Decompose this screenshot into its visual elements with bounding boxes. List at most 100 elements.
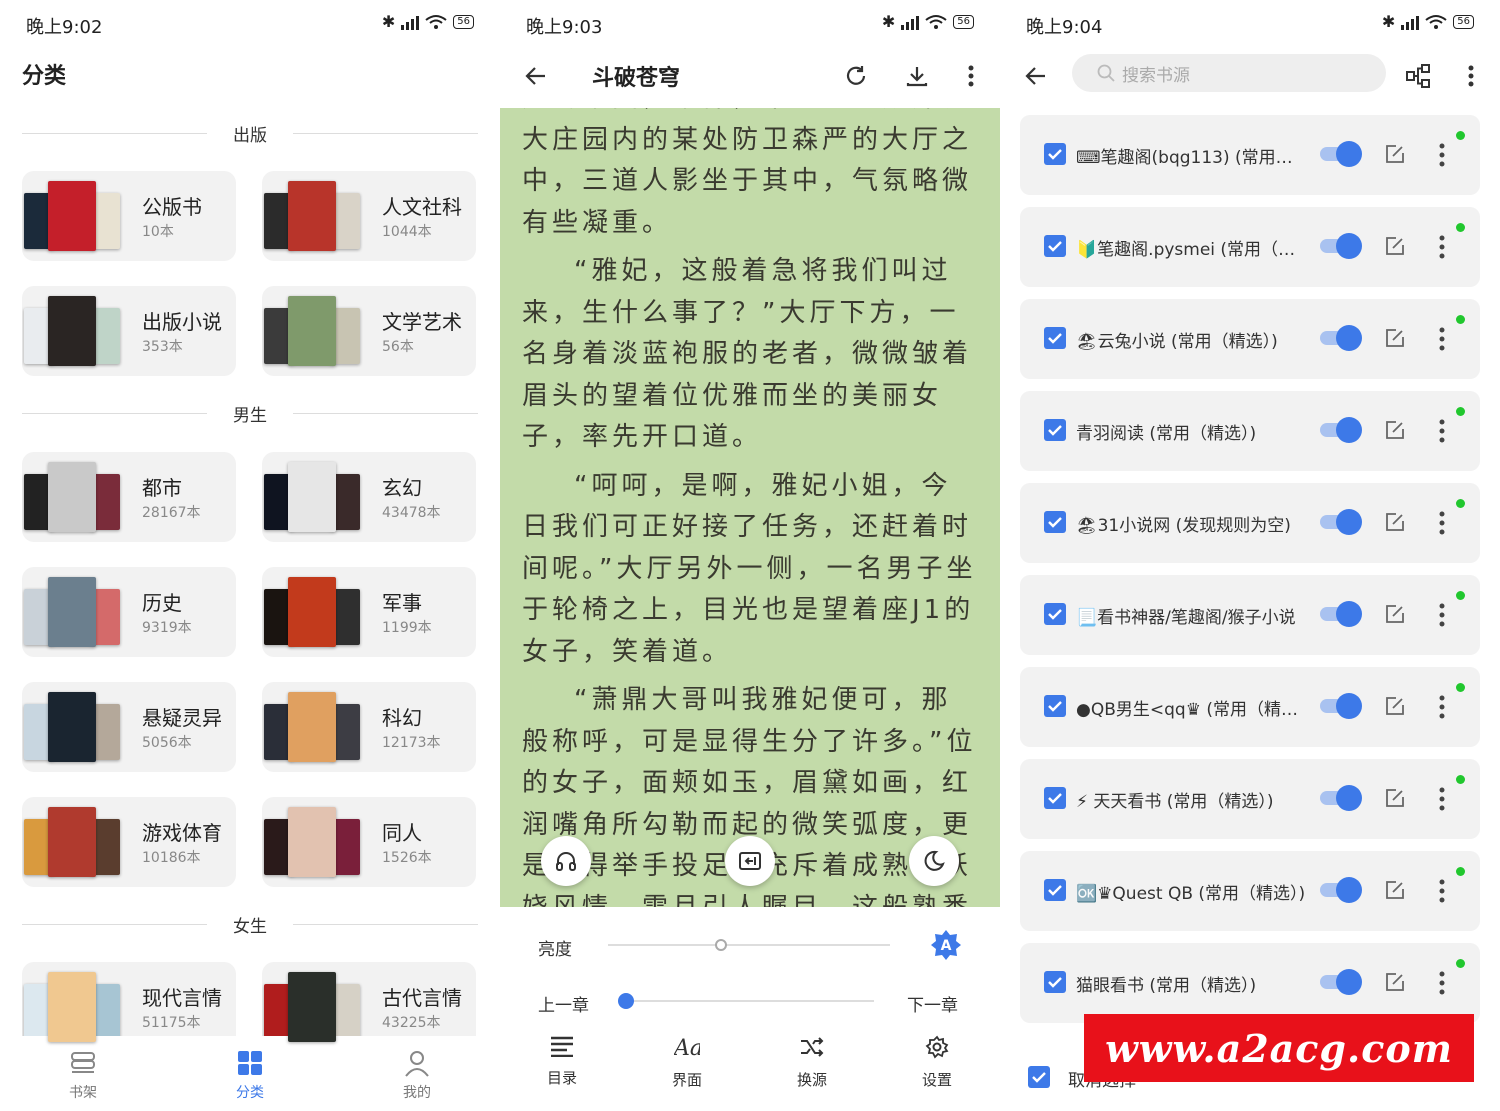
reader-header: 斗破苍穹: [500, 46, 1000, 108]
category-card[interactable]: 科幻 12173本: [262, 682, 476, 772]
source-checkbox[interactable]: [1044, 143, 1066, 165]
more-vertical-icon[interactable]: [1432, 601, 1452, 629]
source-item[interactable]: 🏖31小说网 (发现规则为空): [1020, 483, 1480, 563]
source-checkbox[interactable]: [1044, 603, 1066, 625]
source-name: 🔰笔趣阁.pysmei (常用（精选）): [1076, 240, 1308, 260]
source-checkbox[interactable]: [1044, 511, 1066, 533]
more-vertical-icon[interactable]: [1432, 785, 1452, 813]
brightness-slider[interactable]: [608, 944, 890, 946]
category-card[interactable]: 公版书 10本: [22, 171, 236, 261]
brightness-slider-knob[interactable]: [714, 939, 727, 951]
menu-settings[interactable]: 设置: [897, 1035, 977, 1090]
status-bar: 晚上9:03 ✱ 56: [500, 0, 1000, 46]
edit-icon[interactable]: [1384, 511, 1406, 533]
search-icon: [1097, 64, 1115, 82]
edit-icon[interactable]: [1384, 235, 1406, 257]
source-item[interactable]: 青羽阅读 (常用（精选）): [1020, 391, 1480, 471]
source-enable-toggle[interactable]: [1320, 877, 1362, 903]
menu-toc[interactable]: 目录: [522, 1035, 602, 1088]
source-enable-toggle[interactable]: [1320, 233, 1362, 259]
source-item[interactable]: ⌨笔趣阁(bqg113) (常用（精选）): [1020, 115, 1480, 195]
gear-icon: [925, 1035, 949, 1059]
source-enable-toggle[interactable]: [1320, 601, 1362, 627]
back-button[interactable]: [518, 58, 554, 94]
source-checkbox[interactable]: [1044, 787, 1066, 809]
category-card[interactable]: 玄幻 43478本: [262, 452, 476, 542]
category-card[interactable]: 文学艺术 56本: [262, 286, 476, 376]
more-button[interactable]: [1453, 58, 1489, 94]
edit-icon[interactable]: [1384, 879, 1406, 901]
tab-category[interactable]: 分类: [200, 1048, 300, 1102]
edit-icon[interactable]: [1384, 695, 1406, 717]
more-vertical-icon[interactable]: [1432, 141, 1452, 169]
source-checkbox[interactable]: [1044, 327, 1066, 349]
more-vertical-icon[interactable]: [1432, 325, 1452, 353]
edit-icon[interactable]: [1384, 327, 1406, 349]
download-button[interactable]: [899, 58, 935, 94]
source-checkbox[interactable]: [1044, 695, 1066, 717]
edit-icon[interactable]: [1384, 603, 1406, 625]
back-button[interactable]: [1018, 58, 1054, 94]
source-enable-toggle[interactable]: [1320, 693, 1362, 719]
bluetooth-icon: ✱: [381, 12, 396, 31]
menu-change-source[interactable]: 换源: [772, 1035, 852, 1090]
next-chapter-button[interactable]: 下一章: [907, 991, 958, 1016]
book-cover: [288, 692, 336, 762]
search-input[interactable]: 搜索书源: [1072, 54, 1386, 92]
auto-brightness-icon[interactable]: A: [930, 929, 962, 961]
refresh-button[interactable]: [838, 58, 874, 94]
category-card[interactable]: 悬疑灵异 5056本: [22, 682, 236, 772]
chapter-progress-slider[interactable]: [624, 1000, 874, 1002]
more-button[interactable]: [953, 58, 989, 94]
night-mode-button[interactable]: [909, 836, 959, 886]
source-enable-toggle[interactable]: [1320, 509, 1362, 535]
source-checkbox[interactable]: [1044, 235, 1066, 257]
tab-bookshelf[interactable]: 书架: [33, 1048, 133, 1102]
source-item[interactable]: 📃看书神器/笔趣阁/猴子小说: [1020, 575, 1480, 655]
category-card[interactable]: 人文社科 1044本: [262, 171, 476, 261]
source-enable-toggle[interactable]: [1320, 969, 1362, 995]
source-item[interactable]: 🔰笔趣阁.pysmei (常用（精选）): [1020, 207, 1480, 287]
category-card[interactable]: 都市 28167本: [22, 452, 236, 542]
category-count: 1526本: [382, 850, 432, 866]
source-enable-toggle[interactable]: [1320, 141, 1362, 167]
more-vertical-icon[interactable]: [1432, 509, 1452, 537]
menu-interface[interactable]: Aa 界面: [647, 1035, 727, 1090]
edit-icon[interactable]: [1384, 787, 1406, 809]
more-vertical-icon[interactable]: [1432, 233, 1452, 261]
more-vertical-icon[interactable]: [1432, 969, 1452, 997]
source-enable-toggle[interactable]: [1320, 417, 1362, 443]
prev-chapter-button[interactable]: 上一章: [538, 991, 589, 1016]
source-enable-toggle[interactable]: [1320, 325, 1362, 351]
read-aloud-button[interactable]: [541, 836, 591, 886]
category-card[interactable]: 军事 1199本: [262, 567, 476, 657]
auto-page-button[interactable]: [725, 836, 775, 886]
chapter-progress-knob[interactable]: [618, 993, 634, 1009]
more-vertical-icon[interactable]: [1432, 417, 1452, 445]
edit-icon[interactable]: [1384, 143, 1406, 165]
source-item[interactable]: ⚡ 天天看书 (常用（精选）): [1020, 759, 1480, 839]
list-icon: [551, 1036, 573, 1058]
reading-area[interactable]: 加玛帝国，帝都，米特尔家族那庞大庄园内的某处防卫森严的大厅之中，三道人影坐于其中…: [500, 108, 1000, 907]
source-checkbox[interactable]: [1044, 971, 1066, 993]
category-card[interactable]: 历史 9319本: [22, 567, 236, 657]
source-checkbox[interactable]: [1044, 419, 1066, 441]
source-name: ●QB男生<qq♛ (常用（精选）): [1076, 700, 1308, 720]
edit-icon[interactable]: [1384, 419, 1406, 441]
source-checkbox[interactable]: [1044, 879, 1066, 901]
headphones-icon: [556, 852, 576, 871]
category-card[interactable]: 游戏体育 10186本: [22, 797, 236, 887]
source-item[interactable]: 🆗♛Quest QB (常用（精选）): [1020, 851, 1480, 931]
source-item[interactable]: 猫眼看书 (常用（精选）): [1020, 943, 1480, 1023]
more-vertical-icon[interactable]: [1432, 693, 1452, 721]
group-button[interactable]: [1400, 58, 1436, 94]
source-item[interactable]: ●QB男生<qq♛ (常用（精选）): [1020, 667, 1480, 747]
more-vertical-icon[interactable]: [1432, 877, 1452, 905]
category-card[interactable]: 同人 1526本: [262, 797, 476, 887]
edit-icon[interactable]: [1384, 971, 1406, 993]
source-item[interactable]: 🏖云兔小说 (常用（精选）): [1020, 299, 1480, 379]
select-all-checkbox[interactable]: [1028, 1066, 1050, 1088]
source-enable-toggle[interactable]: [1320, 785, 1362, 811]
category-card[interactable]: 出版小说 353本: [22, 286, 236, 376]
tab-mine[interactable]: 我的: [367, 1048, 467, 1102]
